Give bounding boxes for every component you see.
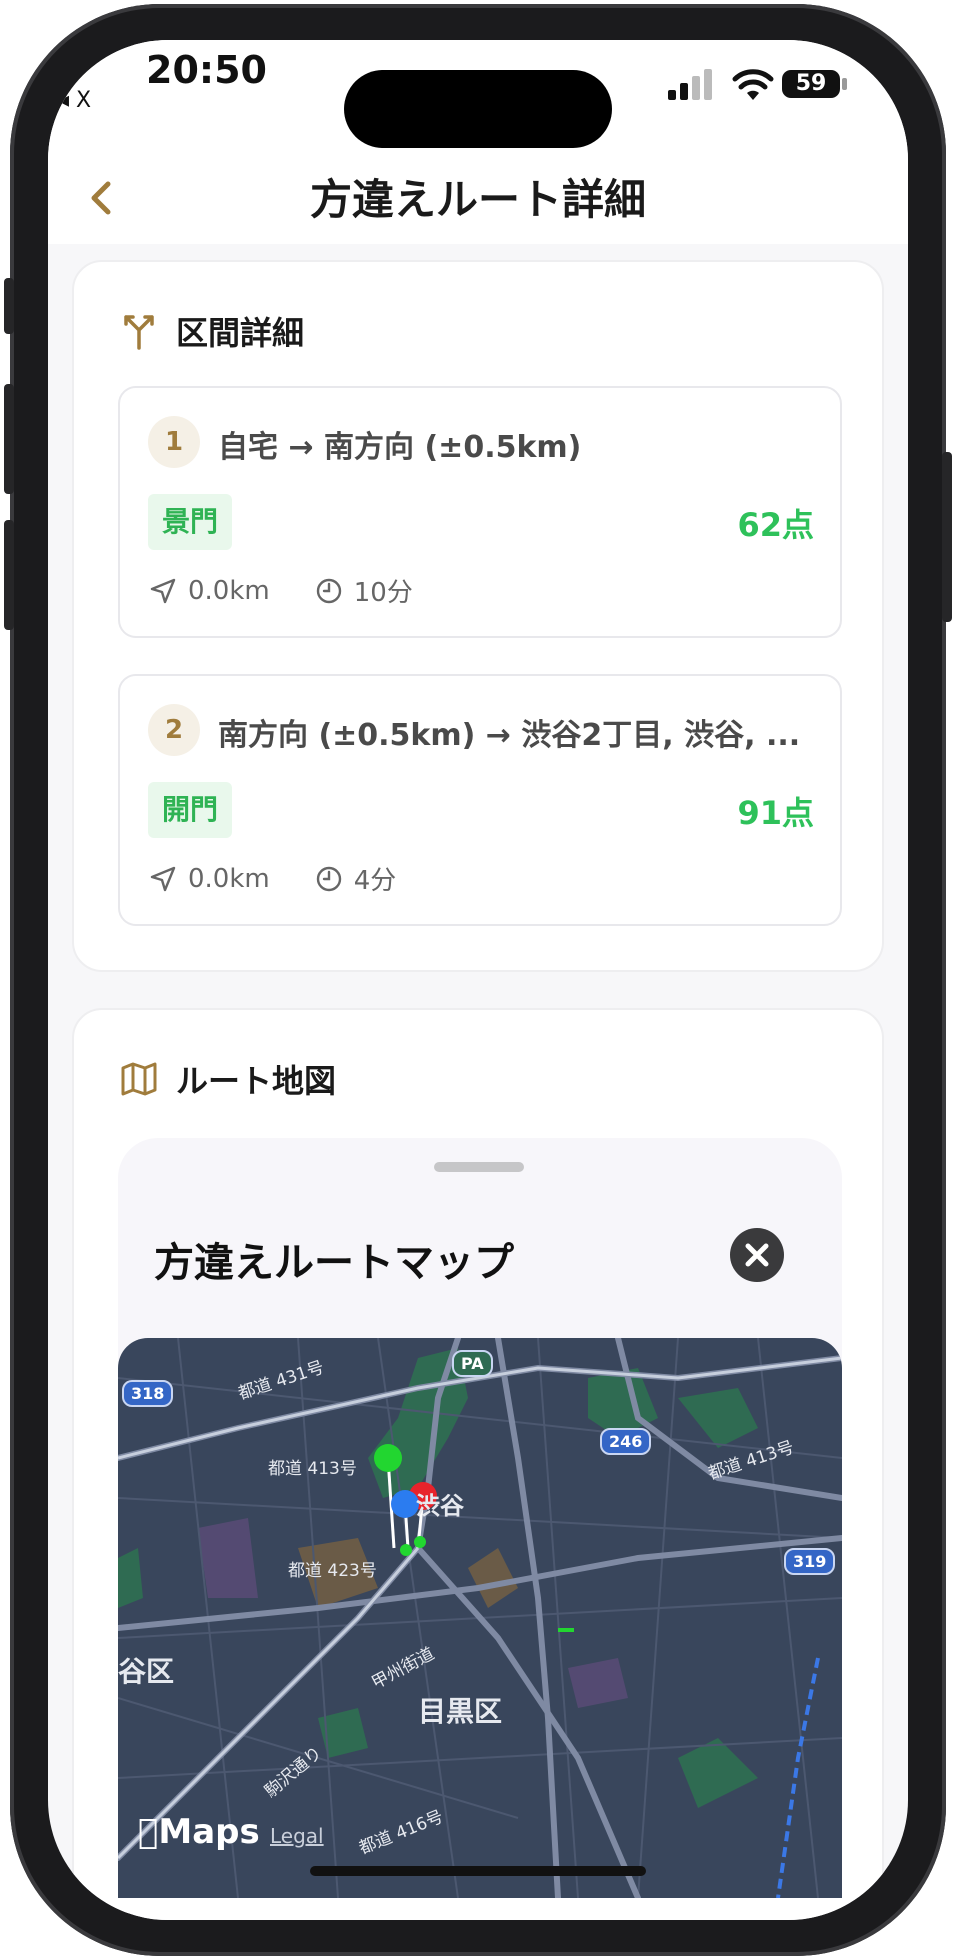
route-marker [558,1628,574,1632]
map-road-label: 都道 423号 [288,1561,377,1581]
power-button [942,452,952,622]
segment-meta: 0.0km 10分 [148,572,413,609]
park-area [678,1738,758,1808]
parking-area-shield: PA [452,1350,493,1377]
volume-up-button [4,384,14,494]
segment-number: 2 [148,704,200,756]
clock-icon [316,866,341,891]
segment-score: 91点 [737,794,814,832]
maps-attribution: Maps [138,1812,260,1852]
screen: ◂ X 20:50 59 方違えルート詳細 区間詳細 1 自宅 → 南方向 (±… [48,40,908,1920]
segments-card-header: 区間詳細 [120,308,304,354]
status-bar: ◂ X 20:50 59 [48,40,908,150]
district-area [198,1518,258,1598]
close-icon [745,1243,769,1267]
segments-card-title: 区間詳細 [176,314,305,352]
back-to-app[interactable]: ◂ X [58,88,91,113]
navigation-arrow-icon [150,578,176,603]
volume-down-button [4,520,14,630]
segment-distance: 0.0km [188,575,270,606]
route-dot [414,1536,426,1548]
route-split-icon [124,315,154,350]
dynamic-island [344,70,612,148]
segment-route: 南方向 (±0.5km) → 渋谷2丁目, 渋谷, ... [218,718,801,753]
map-icon [121,1062,157,1096]
clock-icon [316,578,341,603]
segment-meta: 0.0km 4分 [148,860,396,897]
sheet-grabber[interactable] [434,1162,524,1172]
segment-duration: 4分 [353,866,397,896]
apple-logo-icon:  [138,1812,158,1852]
ward-label-shibuya: 谷区 [118,1655,175,1688]
map-card: ルート地図 方違えルートマップ 都道 431号 都道 413号 都道 423号 … [72,1008,884,1920]
navigation-arrow-icon [150,866,176,891]
map-sheet: 方違えルートマップ 都道 431号 都道 413号 都道 423号 都道 413… [118,1138,842,1898]
segment-route: 自宅 → 南方向 (±0.5km) [218,430,582,465]
segment-distance: 0.0km [188,863,270,894]
signal-icon [668,68,716,100]
rail-line [776,1657,820,1898]
district-area [568,1658,628,1708]
close-button[interactable] [730,1228,784,1282]
gate-badge: 開門 [148,782,233,838]
route-shield: 246 [600,1428,652,1455]
status-time: 20:50 [146,48,267,92]
segment-item-2[interactable]: 2 南方向 (±0.5km) → 渋谷2丁目, 渋谷, ... 開門 91点 0… [118,674,842,926]
start-pin[interactable] [374,1444,402,1472]
legal-link[interactable]: Legal [270,1824,324,1848]
map-card-title: ルート地図 [176,1062,337,1100]
district-area [468,1548,518,1608]
map-area-label: 渋谷 [416,1492,464,1520]
page-title: 方違えルート詳細 [309,175,646,224]
battery-tip [842,78,847,90]
wifi-icon [732,69,774,100]
ward-label-meguro: 目黒区 [418,1695,503,1728]
segment-number: 1 [148,416,200,468]
park-area [678,1388,758,1448]
segment-score: 62点 [737,506,814,544]
map-road-label: 都道 413号 [268,1459,357,1479]
segment-item-1[interactable]: 1 自宅 → 南方向 (±0.5km) 景門 62点 0.0km 10分 [118,386,842,638]
route-map[interactable]: 都道 431号 都道 413号 都道 423号 都道 413号 甲州街道 駒沢通… [118,1338,842,1898]
route-dot [400,1544,412,1556]
park-area [118,1548,143,1608]
battery-indicator: 59 [782,70,840,98]
map-card-header: ルート地図 [120,1056,336,1102]
sheet-title: 方違えルートマップ [154,1240,514,1286]
segment-duration: 10分 [353,578,413,608]
action-button [4,278,14,334]
waypoint-pin[interactable] [391,1490,419,1518]
home-indicator[interactable] [310,1866,646,1876]
route-shield: 318 [122,1380,174,1407]
route-shield: 319 [784,1548,836,1575]
nav-bar: 方違えルート詳細 [48,150,908,244]
gate-badge: 景門 [148,494,233,550]
segments-card: 区間詳細 1 自宅 → 南方向 (±0.5km) 景門 62点 0.0km 10… [72,260,884,972]
